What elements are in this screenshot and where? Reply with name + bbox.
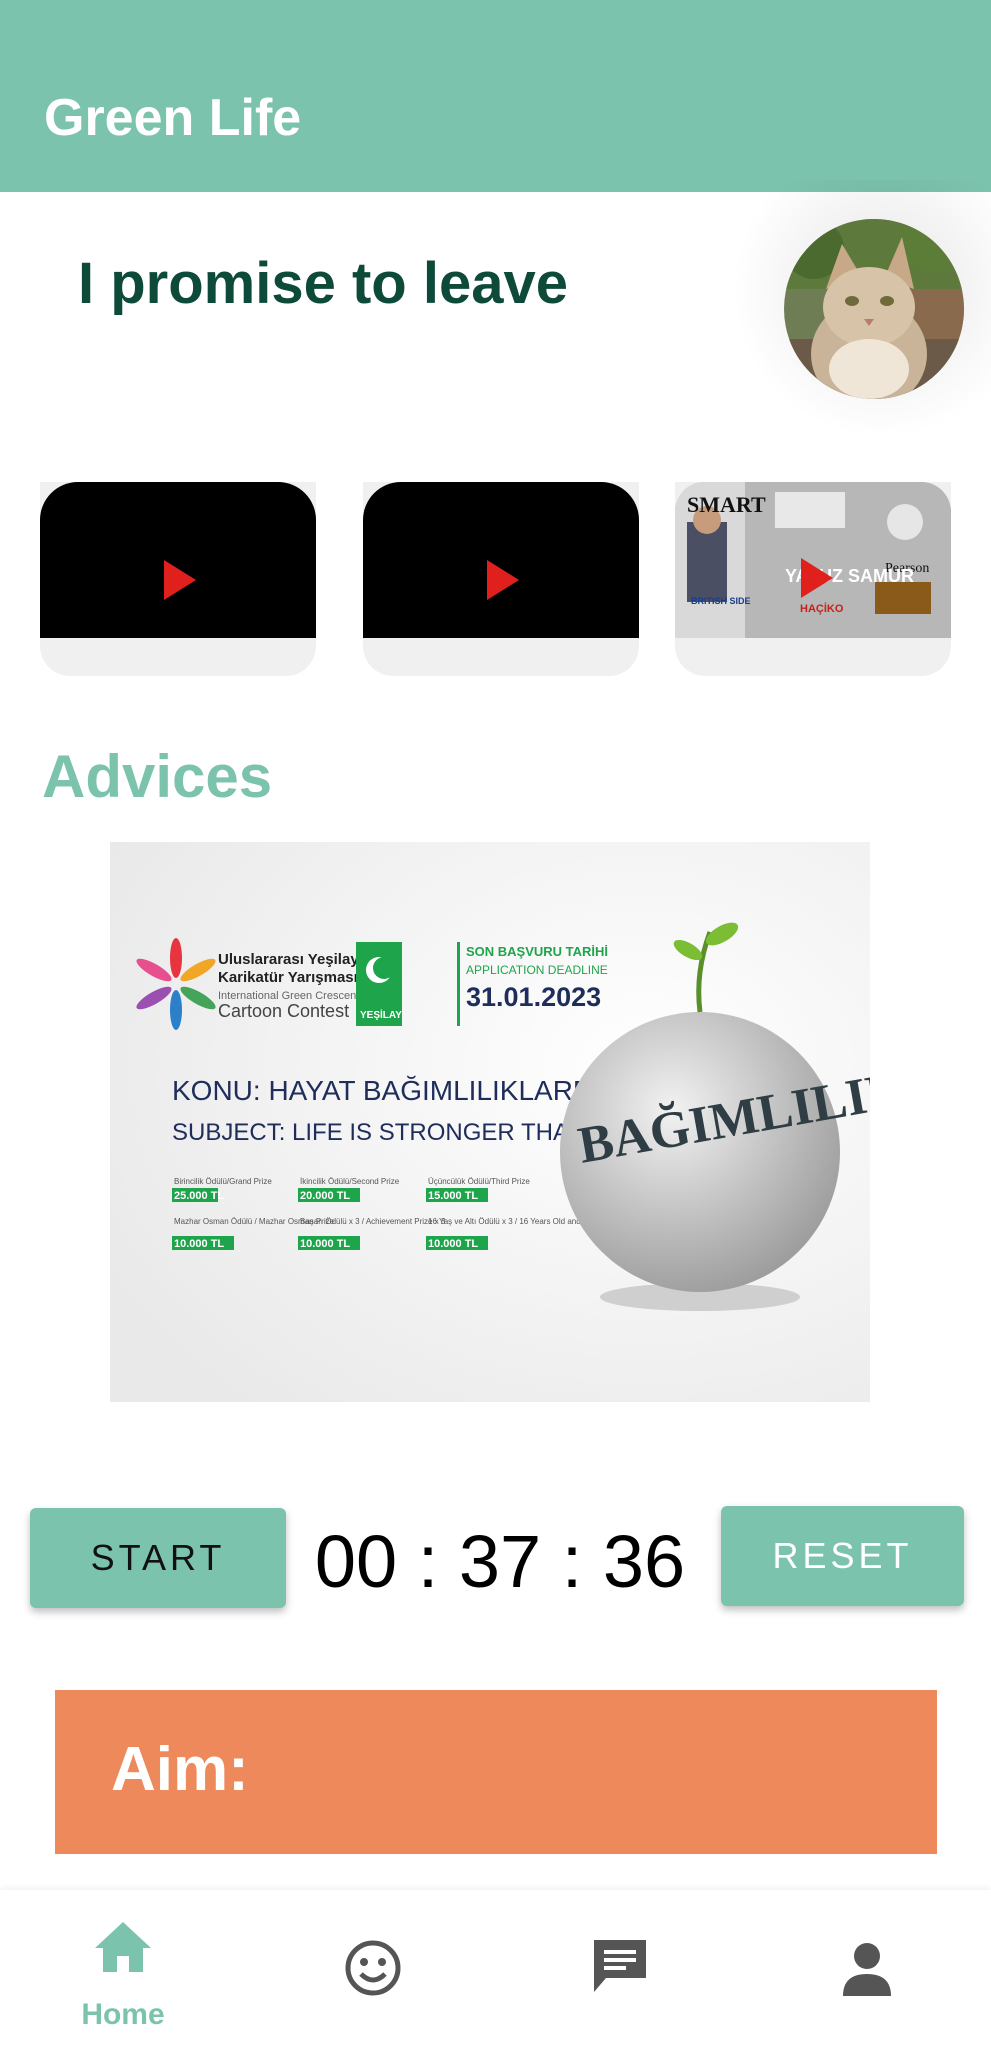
promise-text: I promise to leave — [78, 251, 568, 316]
start-button[interactable]: START — [30, 1508, 286, 1608]
svg-text:SON BAŞVURU TARİHİ: SON BAŞVURU TARİHİ — [466, 944, 608, 959]
svg-text:HAÇİKO: HAÇİKO — [800, 602, 844, 615]
svg-text:20.000 TL: 20.000 TL — [300, 1190, 350, 1202]
svg-text:Birincilik Ödülü/Grand Prize: Birincilik Ödülü/Grand Prize — [174, 1177, 272, 1186]
aim-card: Aim: — [55, 1690, 937, 1854]
video-card[interactable] — [40, 482, 316, 676]
svg-text:APPLICATION DEADLINE: APPLICATION DEADLINE — [466, 963, 608, 977]
video-card[interactable] — [363, 482, 639, 676]
nav-home[interactable]: Home — [23, 1890, 223, 2048]
svg-text:İkincilik Ödülü/Second Prize: İkincilik Ödülü/Second Prize — [300, 1177, 400, 1186]
nav-profile[interactable] — [765, 1890, 965, 2048]
nav-chat[interactable] — [518, 1890, 718, 2048]
svg-text:YEŞİLAY: YEŞİLAY — [360, 1008, 402, 1021]
video-thumbnail[interactable]: SMART Pearson YAVUZ SAMUR HAÇİKO BRITISH… — [675, 482, 951, 638]
svg-text:Uluslararası Yeşilay: Uluslararası Yeşilay — [218, 951, 359, 968]
video-carousel[interactable]: SMART Pearson YAVUZ SAMUR HAÇİKO BRITISH… — [0, 482, 991, 678]
profile-avatar[interactable] — [784, 219, 964, 399]
svg-text:25.000 TL: 25.000 TL — [174, 1190, 224, 1202]
app-title: Green Life — [44, 89, 302, 147]
video-card[interactable]: SMART Pearson YAVUZ SAMUR HAÇİKO BRITISH… — [675, 482, 951, 676]
timer-row: START 00 : 37 : 36 RESET — [0, 1500, 991, 1620]
play-icon[interactable] — [487, 560, 519, 600]
svg-text:10.000 TL: 10.000 TL — [300, 1238, 350, 1250]
cat-photo — [784, 219, 964, 399]
svg-text:31.01.2023: 31.01.2023 — [466, 982, 601, 1012]
reset-button[interactable]: RESET — [721, 1506, 964, 1606]
svg-text:BRITISH SIDE: BRITISH SIDE — [691, 596, 751, 606]
svg-text:SMART: SMART — [687, 492, 766, 517]
mood-icon — [345, 1940, 401, 1996]
video-thumbnail[interactable] — [40, 482, 316, 638]
svg-text:Karikatür Yarışması: Karikatür Yarışması — [218, 969, 358, 986]
svg-text:10.000 TL: 10.000 TL — [174, 1238, 224, 1250]
app-bar: Green Life — [0, 0, 991, 192]
nav-mood[interactable] — [271, 1890, 471, 2048]
svg-text:Cartoon Contest: Cartoon Contest — [218, 1001, 349, 1021]
svg-text:10.000 TL: 10.000 TL — [428, 1238, 478, 1250]
chat-icon — [594, 1940, 646, 1992]
svg-text:Üçüncülük Ödülü/Third Prize: Üçüncülük Ödülü/Third Prize — [428, 1177, 530, 1186]
profile-icon — [843, 1943, 891, 1996]
advices-title: Advices — [42, 743, 273, 810]
svg-text:Başarı Ödülü x 3 / Achievement: Başarı Ödülü x 3 / Achievement Prize x 3 — [300, 1217, 446, 1226]
video-thumbnail[interactable] — [363, 482, 639, 638]
aim-label: Aim: — [111, 1735, 249, 1804]
advice-poster-image[interactable]: Uluslararası Yeşilay Karikatür Yarışması… — [110, 842, 870, 1402]
cartoon-contest-poster: Uluslararası Yeşilay Karikatür Yarışması… — [110, 842, 870, 1402]
svg-text:15.000 TL: 15.000 TL — [428, 1190, 478, 1202]
play-icon[interactable] — [801, 558, 833, 598]
home-icon — [95, 1922, 151, 1972]
timer-display: 00 : 37 : 36 — [314, 1520, 686, 1603]
play-icon[interactable] — [164, 560, 196, 600]
nav-home-label: Home — [81, 1998, 165, 2031]
bottom-navigation: Home — [0, 1890, 991, 2048]
